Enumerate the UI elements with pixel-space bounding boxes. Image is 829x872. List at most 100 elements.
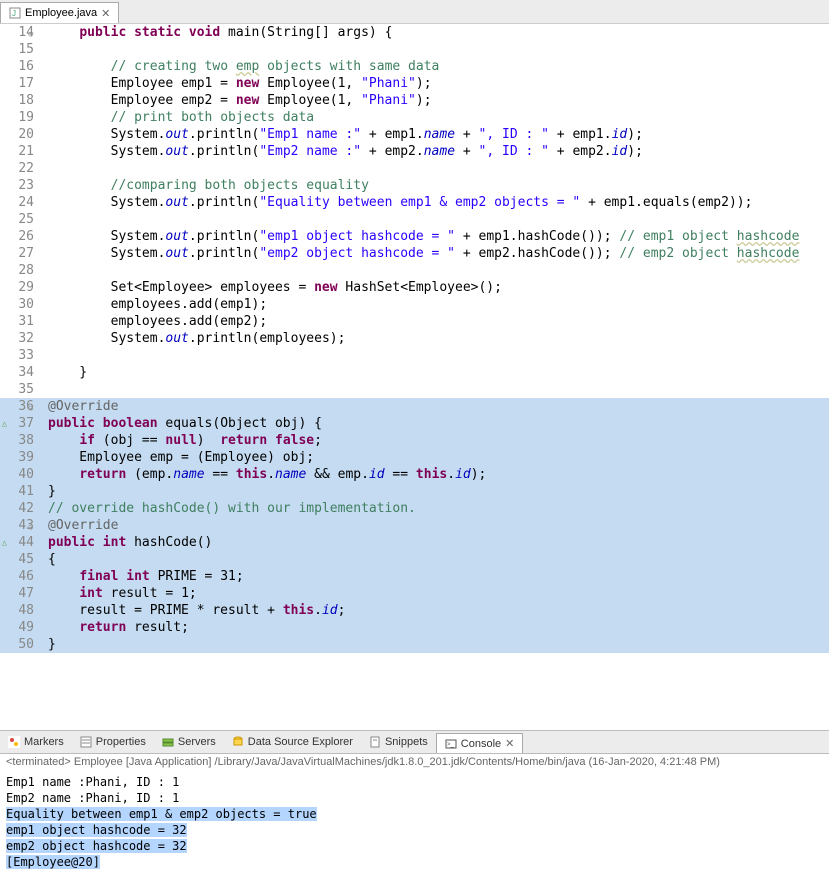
line-number: 15 bbox=[0, 41, 40, 58]
java-file-icon: J bbox=[9, 7, 21, 19]
code-line[interactable]: 40 return (emp.name == this.name && emp.… bbox=[0, 466, 829, 483]
code-line[interactable]: 48 result = PRIME * result + this.id; bbox=[0, 602, 829, 619]
code-content: Employee emp1 = new Employee(1, "Phani")… bbox=[48, 75, 829, 92]
code-line[interactable]: 16 // creating two emp objects with same… bbox=[0, 58, 829, 75]
code-line[interactable]: 31 employees.add(emp2); bbox=[0, 313, 829, 330]
code-line[interactable]: 34 } bbox=[0, 364, 829, 381]
line-number: 49 bbox=[0, 619, 40, 636]
view-tab-console[interactable]: >_Console ✕ bbox=[436, 733, 524, 753]
line-number: 20 bbox=[0, 126, 40, 143]
line-number: 40 bbox=[0, 466, 40, 483]
line-number: 23 bbox=[0, 177, 40, 194]
line-number: 18 bbox=[0, 92, 40, 109]
close-icon[interactable]: ✕ bbox=[505, 737, 514, 750]
line-number: 27 bbox=[0, 245, 40, 262]
servers-icon bbox=[162, 736, 174, 748]
view-tab-servers[interactable]: Servers bbox=[154, 733, 224, 751]
line-number: 43 bbox=[0, 517, 40, 534]
view-tab-label: Data Source Explorer bbox=[248, 736, 353, 748]
line-number: 29 bbox=[0, 279, 40, 296]
line-number: 16 bbox=[0, 58, 40, 75]
line-number: 17 bbox=[0, 75, 40, 92]
code-line[interactable]: 43 @Override bbox=[0, 517, 829, 534]
line-number: 22 bbox=[0, 160, 40, 177]
code-editor[interactable]: 14 public static void main(String[] args… bbox=[0, 24, 829, 730]
code-line[interactable]: 17 Employee emp1 = new Employee(1, "Phan… bbox=[0, 75, 829, 92]
line-number: 44 bbox=[0, 534, 40, 551]
code-content: public boolean equals(Object obj) { bbox=[48, 415, 829, 432]
code-content: return (emp.name == this.name && emp.id … bbox=[48, 466, 829, 483]
console-icon: >_ bbox=[445, 738, 457, 750]
code-line[interactable]: 36 @Override bbox=[0, 398, 829, 415]
code-content: System.out.println("emp2 object hashcode… bbox=[48, 245, 829, 262]
code-content: } bbox=[48, 483, 829, 500]
line-number: 46 bbox=[0, 568, 40, 585]
code-content: System.out.println("emp1 object hashcode… bbox=[48, 228, 829, 245]
code-line[interactable]: 23 //comparing both objects equality bbox=[0, 177, 829, 194]
code-line[interactable]: 35 bbox=[0, 381, 829, 398]
code-line[interactable]: 25 bbox=[0, 211, 829, 228]
code-line[interactable]: 14 public static void main(String[] args… bbox=[0, 24, 829, 41]
code-line[interactable]: 18 Employee emp2 = new Employee(1, "Phan… bbox=[0, 92, 829, 109]
view-tab-label: Servers bbox=[178, 736, 216, 748]
code-line[interactable]: 38 if (obj == null) return false; bbox=[0, 432, 829, 449]
console-line: [Employee@20] bbox=[6, 854, 823, 870]
code-line[interactable]: 26 System.out.println("emp1 object hashc… bbox=[0, 228, 829, 245]
code-content: } bbox=[48, 364, 829, 381]
view-tab-properties[interactable]: Properties bbox=[72, 733, 154, 751]
close-icon[interactable]: ✕ bbox=[101, 7, 110, 20]
editor-tab-employee[interactable]: J Employee.java ✕ bbox=[0, 2, 119, 23]
code-content: // creating two emp objects with same da… bbox=[48, 58, 829, 75]
console-header: <terminated> Employee [Java Application]… bbox=[0, 754, 829, 772]
line-number: 48 bbox=[0, 602, 40, 619]
code-content: int result = 1; bbox=[48, 585, 829, 602]
code-line[interactable]: 46 final int PRIME = 31; bbox=[0, 568, 829, 585]
code-content: Employee emp2 = new Employee(1, "Phani")… bbox=[48, 92, 829, 109]
view-tab-markers[interactable]: Markers bbox=[0, 733, 72, 751]
data-source-explorer-icon bbox=[232, 736, 244, 748]
view-tab-label: Markers bbox=[24, 736, 64, 748]
code-line[interactable]: 32 System.out.println(employees); bbox=[0, 330, 829, 347]
svg-text:J: J bbox=[12, 9, 16, 18]
code-line[interactable]: 47 int result = 1; bbox=[0, 585, 829, 602]
code-content: public static void main(String[] args) { bbox=[48, 24, 829, 41]
code-content bbox=[48, 41, 829, 58]
code-content: @Override bbox=[48, 517, 829, 534]
code-content: @Override bbox=[48, 398, 829, 415]
line-number: 14 bbox=[0, 24, 40, 41]
code-line[interactable]: 45{ bbox=[0, 551, 829, 568]
code-line[interactable]: 42// override hashCode() with our implem… bbox=[0, 500, 829, 517]
code-line[interactable]: 24 System.out.println("Equality between … bbox=[0, 194, 829, 211]
code-content: Employee emp = (Employee) obj; bbox=[48, 449, 829, 466]
code-line[interactable]: 22 bbox=[0, 160, 829, 177]
code-line[interactable]: 39 Employee emp = (Employee) obj; bbox=[0, 449, 829, 466]
code-line[interactable]: 30 employees.add(emp1); bbox=[0, 296, 829, 313]
view-tab-label: Snippets bbox=[385, 736, 428, 748]
code-line[interactable]: 50} bbox=[0, 636, 829, 653]
code-line[interactable]: 41} bbox=[0, 483, 829, 500]
view-tab-snippets[interactable]: Snippets bbox=[361, 733, 436, 751]
code-content: employees.add(emp1); bbox=[48, 296, 829, 313]
code-line[interactable]: 15 bbox=[0, 41, 829, 58]
console-line: emp2 object hashcode = 32 bbox=[6, 838, 823, 854]
code-line[interactable]: 49 return result; bbox=[0, 619, 829, 636]
view-tab-label: Properties bbox=[96, 736, 146, 748]
code-line[interactable]: 19 // print both objects data bbox=[0, 109, 829, 126]
code-line[interactable]: 29 Set<Employee> employees = new HashSet… bbox=[0, 279, 829, 296]
code-line[interactable]: 44 public int hashCode() bbox=[0, 534, 829, 551]
code-line[interactable]: 33 bbox=[0, 347, 829, 364]
properties-icon bbox=[80, 736, 92, 748]
line-number: 30 bbox=[0, 296, 40, 313]
code-line[interactable]: 27 System.out.println("emp2 object hashc… bbox=[0, 245, 829, 262]
line-number: 36 bbox=[0, 398, 40, 415]
editor-tab-bar: J Employee.java ✕ bbox=[0, 0, 829, 24]
console-line: Equality between emp1 & emp2 objects = t… bbox=[6, 806, 823, 822]
code-line[interactable]: 28 bbox=[0, 262, 829, 279]
code-line[interactable]: 21 System.out.println("Emp2 name :" + em… bbox=[0, 143, 829, 160]
view-tab-data-source-explorer[interactable]: Data Source Explorer bbox=[224, 733, 361, 751]
code-content: public int hashCode() bbox=[48, 534, 829, 551]
code-content bbox=[48, 381, 829, 398]
code-line[interactable]: 20 System.out.println("Emp1 name :" + em… bbox=[0, 126, 829, 143]
code-line[interactable]: 37public boolean equals(Object obj) { bbox=[0, 415, 829, 432]
console-output[interactable]: Emp1 name :Phani, ID : 1Emp2 name :Phani… bbox=[0, 772, 829, 872]
